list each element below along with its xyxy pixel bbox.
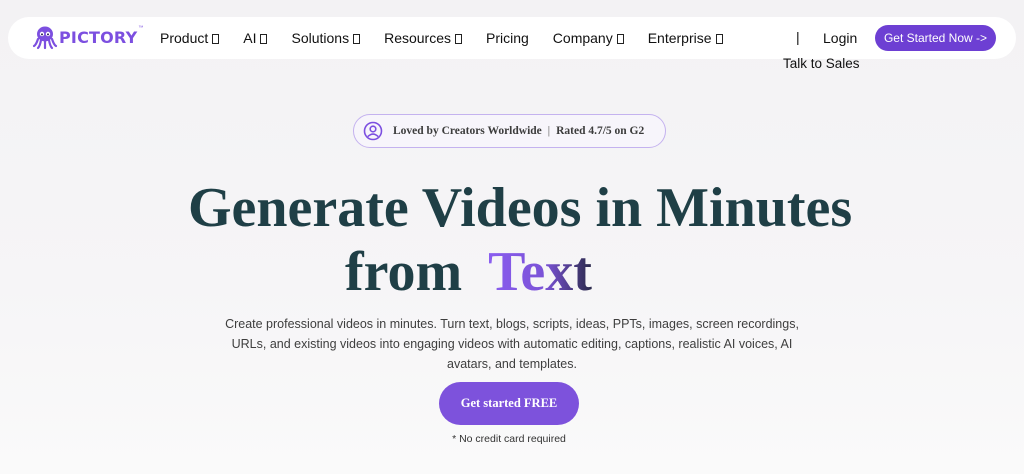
menu-item-label: Company — [552, 30, 613, 46]
menu-item-company[interactable]: Company — [553, 30, 624, 46]
missing-glyph-icon — [353, 34, 361, 44]
menu-item-pricing[interactable]: Pricing — [486, 30, 529, 46]
missing-glyph-icon — [455, 34, 462, 44]
headline-line-2: from Text — [345, 240, 592, 304]
missing-glyph-icon — [260, 34, 268, 44]
nav-separator: | — [796, 29, 800, 45]
menu-item-label: Resources — [384, 30, 451, 46]
badge-tagline: Loved by Creators Worldwide — [393, 125, 542, 137]
badge-separator: | — [547, 125, 551, 137]
menu-item-label: AI — [243, 30, 257, 46]
no-credit-card-note: * No credit card required — [452, 433, 566, 445]
menu-item-resources[interactable]: Resources — [384, 30, 462, 46]
headline-accent-word: Text — [488, 241, 592, 303]
headline-line-1: Generate Videos in Minutes — [188, 177, 853, 239]
menu-item-label: Enterprise — [647, 30, 712, 46]
headline-prefix: from — [345, 241, 463, 303]
menu-item-product[interactable]: Product — [160, 30, 220, 46]
missing-glyph-icon — [616, 34, 624, 44]
missing-glyph-icon — [212, 34, 220, 44]
badge-text: Loved by Creators Worldwide | Rated 4.7/5 … — [393, 125, 644, 137]
user-circle-icon — [363, 121, 383, 141]
brand-logo[interactable]: PICTORY ™ — [32, 24, 143, 50]
brand-trademark: ™ — [138, 25, 144, 31]
menu-item-solutions[interactable]: Solutions — [291, 30, 361, 46]
brand-name: PICTORY — [59, 27, 138, 47]
menu-item-enterprise[interactable]: Enterprise — [648, 30, 723, 46]
page: PICTORY ™ Product AI Solutions Resources… — [0, 0, 1024, 474]
main-menu: Product AI Solutions Resources Pricing C… — [160, 30, 747, 46]
menu-item-label: Product — [160, 30, 209, 46]
rating-badge: Loved by Creators Worldwide | Rated 4.7/5 … — [353, 114, 666, 148]
talk-to-sales-link[interactable]: Talk to Sales — [783, 56, 860, 71]
get-started-free-button[interactable]: Get started FREE — [439, 382, 579, 425]
menu-item-ai[interactable]: AI — [243, 30, 268, 46]
menu-item-label: Pricing — [486, 30, 529, 46]
menu-item-label: Solutions — [291, 30, 350, 46]
login-link[interactable]: Login — [823, 30, 857, 46]
top-navbar: PICTORY ™ Product AI Solutions Resources… — [8, 17, 1016, 59]
badge-rating: Rated 4.7/5 on G2 — [556, 125, 645, 137]
hero-description: Create professional videos in minutes. T… — [225, 317, 799, 371]
octopus-logo-icon — [32, 26, 58, 50]
missing-glyph-icon — [715, 34, 723, 44]
get-started-now-button[interactable]: Get Started Now -> — [875, 25, 996, 51]
